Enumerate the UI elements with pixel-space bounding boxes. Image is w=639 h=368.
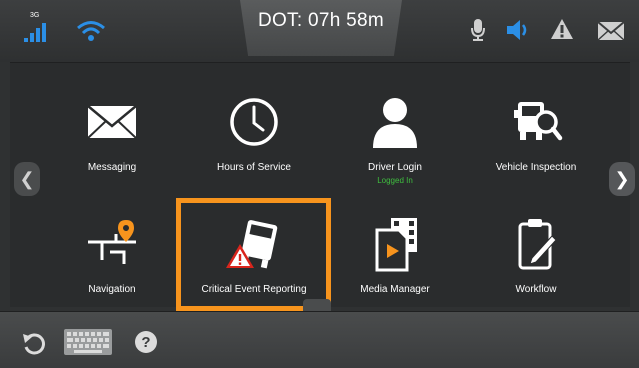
- media-icon: [365, 216, 425, 272]
- refresh-icon[interactable]: [22, 331, 46, 360]
- workflow-icon: [506, 216, 566, 272]
- dot-hours-remaining[interactable]: DOT: 07h 58m: [240, 10, 402, 32]
- tile-hours-of-service[interactable]: Hours of Service: [184, 76, 324, 186]
- wifi-icon: [76, 20, 106, 47]
- cellular-signal-icon: 3G: [22, 12, 48, 44]
- tile-messaging[interactable]: Messaging: [42, 76, 182, 186]
- mail-icon[interactable]: [597, 21, 625, 46]
- envelope-icon: [82, 94, 142, 150]
- drawer-handle[interactable]: [303, 299, 331, 311]
- chevron-left-icon: ❮: [19, 169, 35, 189]
- microphone-icon[interactable]: [470, 18, 486, 47]
- tile-label: Messaging: [87, 162, 137, 173]
- svg-text:?: ?: [141, 334, 150, 351]
- help-icon[interactable]: ?: [134, 330, 158, 359]
- bottom-toolbar: ?: [0, 311, 639, 368]
- logged-in-status: Logged In: [377, 176, 413, 185]
- person-icon: [365, 94, 425, 150]
- tile-label: Hours of Service: [217, 162, 291, 173]
- clock-icon: [224, 94, 284, 150]
- tile-media-manager[interactable]: Media Manager: [325, 198, 465, 308]
- tile-label: Driver Login: [368, 162, 422, 173]
- speaker-icon[interactable]: [506, 19, 532, 46]
- tile-navigation[interactable]: Navigation: [42, 198, 182, 308]
- keyboard-icon[interactable]: [64, 329, 112, 360]
- next-page-button[interactable]: ❯: [609, 162, 635, 196]
- tile-label: Media Manager: [360, 284, 430, 295]
- tile-driver-login[interactable]: Driver Login Logged In: [325, 76, 465, 186]
- tile-workflow[interactable]: Workflow: [466, 198, 606, 308]
- navigation-icon: [82, 216, 142, 272]
- previous-page-button[interactable]: ❮: [14, 162, 40, 196]
- tile-vehicle-inspection[interactable]: Vehicle Inspection: [466, 76, 606, 186]
- chevron-right-icon: ❯: [614, 169, 630, 189]
- status-bar: 3G DOT: 07h 58m: [0, 0, 639, 62]
- truck-inspect-icon: [506, 94, 566, 150]
- tile-label: Vehicle Inspection: [495, 162, 577, 173]
- warning-icon[interactable]: [550, 18, 574, 45]
- tile-label: Workflow: [515, 284, 557, 295]
- selection-highlight: [176, 198, 331, 311]
- tile-label: Navigation: [88, 284, 136, 295]
